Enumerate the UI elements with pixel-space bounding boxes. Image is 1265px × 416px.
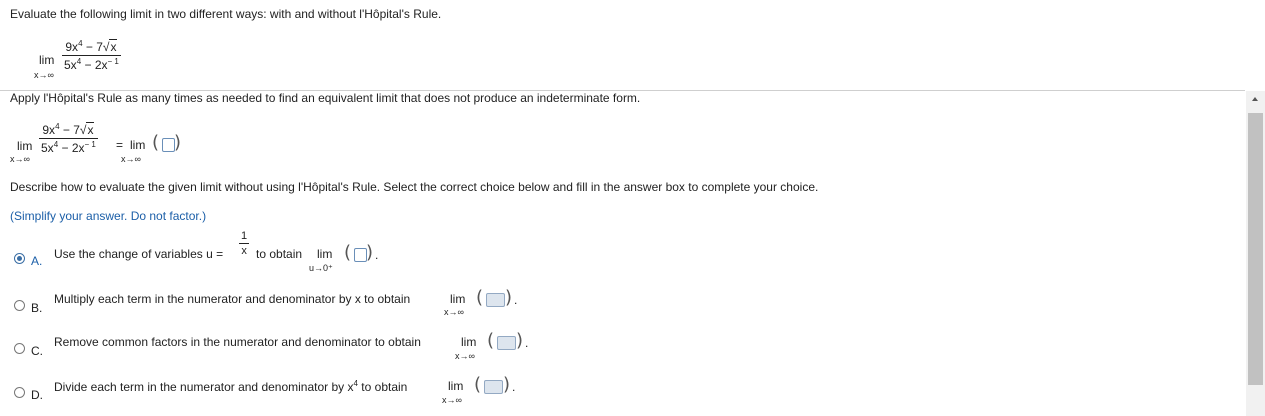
choice-d-letter: D. — [31, 388, 43, 402]
choice-c-sub: x→∞ — [455, 351, 475, 361]
limit-subscript: x→∞ — [34, 70, 54, 80]
vertical-scrollbar[interactable] — [1246, 91, 1265, 416]
choice-c-input[interactable] — [497, 336, 516, 350]
choice-b-input[interactable] — [486, 293, 505, 307]
choice-a-text: Use the change of variables u = — [54, 247, 224, 261]
choice-b-text: Multiply each term in the numerator and … — [54, 292, 411, 306]
choice-c-letter: C. — [31, 344, 43, 358]
choice-b-sub: x→∞ — [444, 307, 464, 317]
choice-d-sub: x→∞ — [442, 395, 462, 405]
scroll-up-arrow-icon[interactable] — [1252, 97, 1258, 101]
radio-choice-d[interactable] — [14, 387, 25, 398]
radio-choice-c[interactable] — [14, 343, 25, 354]
choice-a-text-after: to obtain — [256, 247, 303, 261]
radio-choice-a[interactable] — [14, 253, 25, 264]
part1-limit-label: lim — [17, 139, 33, 153]
choice-d-answer-box[interactable]: ( ) . — [474, 374, 515, 395]
choice-b-answer-box[interactable]: ( ) . — [476, 287, 517, 308]
radio-choice-b[interactable] — [14, 300, 25, 311]
part2-hint: (Simplify your answer. Do not factor.) — [10, 209, 207, 223]
choice-a-fraction: 1 x — [239, 230, 250, 257]
fraction-denominator: 5x4 − 2x− 1 — [64, 57, 119, 72]
choice-d-lim: lim — [448, 379, 464, 393]
choice-b-lim: lim — [450, 292, 466, 306]
scroll-thumb[interactable] — [1248, 113, 1263, 385]
choice-b-letter: B. — [31, 301, 43, 315]
fraction-bar — [62, 55, 121, 56]
part1-fraction: 9x4 − 7√x 5x4 − 2x− 1 — [39, 122, 98, 155]
part1-instruction: Apply l'Hôpital's Rule as many times as … — [10, 91, 641, 105]
rhs-limit-subscript: x→∞ — [121, 154, 141, 164]
choice-c-answer-box[interactable]: ( ) . — [487, 330, 528, 351]
part2-instruction: Describe how to evaluate the given limit… — [10, 180, 819, 194]
part1-answer-box[interactable]: ( ) — [152, 132, 182, 153]
choice-a-lim: lim — [317, 247, 333, 261]
choice-a-letter: A. — [31, 254, 43, 268]
choice-d-text: Divide each term in the numerator and de… — [54, 379, 408, 394]
fraction-numerator: 9x4 − 7√x — [65, 39, 118, 54]
choice-c-lim: lim — [461, 335, 477, 349]
question-prompt: Evaluate the following limit in two diff… — [10, 7, 442, 21]
choice-c-text: Remove common factors in the numerator a… — [54, 335, 421, 349]
limit-fraction: 9x4 − 7√x 5x4 − 2x− 1 — [62, 39, 121, 72]
part1-limit-subscript: x→∞ — [10, 154, 30, 164]
question-header: Evaluate the following limit in two diff… — [0, 0, 1265, 90]
choice-d-input[interactable] — [484, 380, 503, 394]
rhs-limit-label: lim — [130, 138, 146, 152]
limit-label: lim — [39, 53, 55, 67]
answer-region[interactable]: Apply l'Hôpital's Rule as many times as … — [0, 91, 1245, 416]
choice-a-answer-box[interactable]: ( ) . — [344, 242, 378, 263]
choice-a-sub: u→0⁺ — [309, 263, 333, 273]
equals-sign: = — [116, 138, 124, 152]
